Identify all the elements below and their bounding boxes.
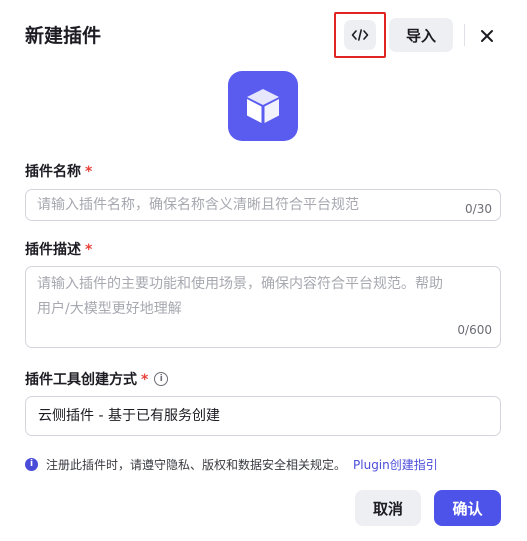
info-icon[interactable]: i xyxy=(154,372,169,386)
confirm-button[interactable]: 确认 xyxy=(434,490,501,526)
compliance-notice: i 注册此插件时，请遵守隐私、版权和数据安全相关规定。 Plugin创建指引 xyxy=(25,455,438,473)
plugin-name-label-text: 插件名称 xyxy=(25,164,81,180)
code-button[interactable] xyxy=(344,20,376,50)
plugin-description-label-text: 插件描述 xyxy=(25,242,81,258)
dialog-header: 新建插件 导入 xyxy=(0,0,527,72)
cube-icon xyxy=(247,89,279,123)
creation-method-label: 插件工具创建方式 * i xyxy=(25,370,169,390)
info-icon: i xyxy=(25,457,38,471)
plugin-description-label: 插件描述 * xyxy=(25,240,92,260)
header-divider xyxy=(464,24,465,46)
plugin-description-textarea[interactable]: 请输入插件的主要功能和使用场景，确保内容符合平台规范。帮助 用户/大模型更好地理… xyxy=(25,266,501,348)
cancel-button[interactable]: 取消 xyxy=(355,490,421,526)
code-icon xyxy=(351,29,369,41)
plugin-guide-link[interactable]: Plugin创建指引 xyxy=(353,456,438,473)
close-button[interactable] xyxy=(475,24,499,48)
close-icon xyxy=(481,30,493,42)
plugin-avatar[interactable] xyxy=(228,71,298,141)
required-mark: * xyxy=(85,242,93,258)
plugin-name-counter: 0/30 xyxy=(465,202,492,216)
plugin-description-placeholder-line1: 请输入插件的主要功能和使用场景，确保内容符合平台规范。帮助 xyxy=(37,276,443,292)
required-mark: * xyxy=(85,164,93,180)
create-plugin-dialog: 新建插件 导入 插件名称 * 请输入插件名称，确保名称含义清晰且符合平台规范 0… xyxy=(0,0,527,541)
plugin-description-counter: 0/600 xyxy=(457,323,492,337)
creation-method-select[interactable]: 云侧插件 - 基于已有服务创建 xyxy=(25,396,501,436)
plugin-name-input[interactable]: 请输入插件名称，确保名称含义清晰且符合平台规范 0/30 xyxy=(25,189,501,221)
import-button[interactable]: 导入 xyxy=(389,18,453,52)
notice-text: 注册此插件时，请遵守隐私、版权和数据安全相关规定。 xyxy=(46,457,347,472)
dialog-title: 新建插件 xyxy=(25,25,102,47)
code-button-highlight xyxy=(334,12,386,58)
required-mark: * xyxy=(141,372,149,388)
plugin-name-label: 插件名称 * xyxy=(25,162,92,182)
plugin-name-placeholder: 请输入插件名称，确保名称含义清晰且符合平台规范 xyxy=(37,197,359,213)
creation-method-label-text: 插件工具创建方式 xyxy=(25,372,137,388)
plugin-description-placeholder-line2: 用户/大模型更好地理解 xyxy=(37,301,182,317)
creation-method-value: 云侧插件 - 基于已有服务创建 xyxy=(38,408,220,424)
